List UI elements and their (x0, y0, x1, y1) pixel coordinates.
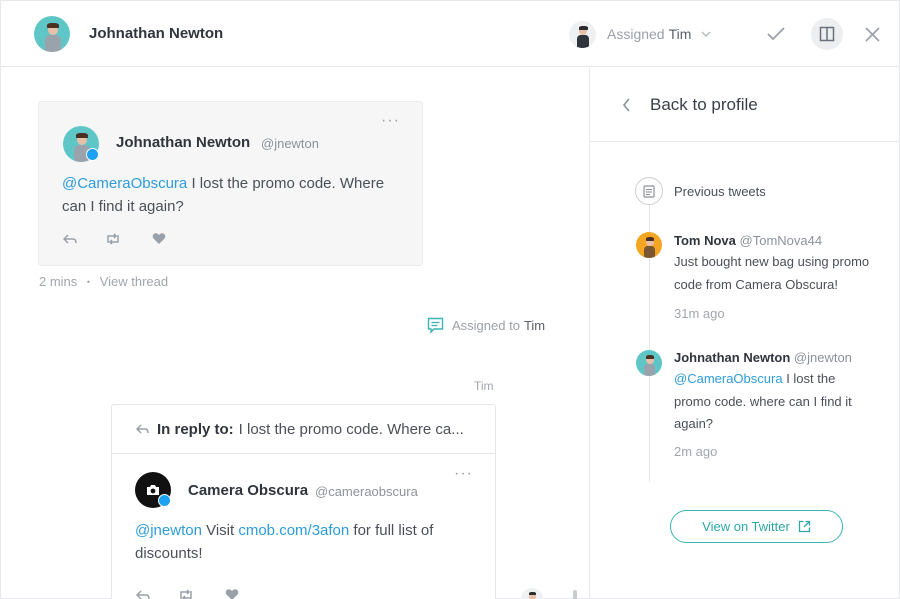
tweet-time: 2 mins (39, 274, 78, 289)
in-reply-label: In reply to: (157, 420, 234, 438)
check-icon (767, 27, 785, 41)
timeline-item-author: Tom Nova @TomNova44 (674, 233, 822, 248)
reply-author: Tim (474, 379, 494, 393)
chevron-left-icon (622, 97, 630, 112)
tweet-author-name: Johnathan Newton (116, 134, 251, 151)
reply-icon[interactable] (136, 588, 150, 599)
conversation-window: Johnathan Newton Assigned Tim Johnathan … (0, 0, 900, 599)
timeline-name: Tom Nova (674, 233, 736, 248)
note-icon (427, 317, 444, 334)
contact-avatar[interactable] (34, 16, 70, 52)
resolve-button[interactable] (760, 18, 792, 50)
promo-link[interactable]: cmob.com/3afon (238, 522, 349, 539)
retweet-icon[interactable] (105, 232, 121, 246)
assignment-label: Assigned to (452, 318, 520, 333)
outgoing-reply-card: In reply to: I lost the promo code. Wher… (111, 404, 496, 599)
scrollbar[interactable] (573, 590, 577, 599)
chevron-down-icon (701, 31, 711, 37)
side-panel-icon (819, 26, 835, 42)
tweet-meta: 2 mins • View thread (39, 274, 168, 289)
mention-link[interactable]: @jnewton (135, 522, 202, 539)
in-reply-text: I lost the promo code. Where ca... (238, 420, 464, 438)
close-button[interactable] (856, 18, 888, 50)
timeline-item-text: Just bought new bag using promo code fro… (674, 254, 870, 292)
mention-link[interactable]: @CameraObscura (62, 175, 187, 192)
view-thread-link[interactable]: View thread (100, 274, 168, 289)
retweet-icon[interactable] (178, 588, 194, 599)
view-on-twitter-button[interactable]: View on Twitter (670, 510, 843, 543)
tweet-actions (63, 232, 166, 246)
more-options-icon[interactable]: ··· (454, 465, 473, 483)
reply-author-name: Camera Obscura (188, 482, 309, 499)
profile-side-panel: Back to profile Previous tweets Tom Nova… (589, 68, 900, 599)
incoming-tweet-card: Johnathan Newton @jnewton ··· @CameraObs… (38, 101, 423, 266)
assignee-dropdown[interactable]: Assigned Tim (569, 19, 711, 49)
timeline-item-time: 2m ago (674, 444, 718, 459)
previous-tweets-label: Previous tweets (674, 184, 766, 199)
timeline-item-text: @CameraObscura I lost the promo code. wh… (674, 368, 874, 436)
assignee-avatar (569, 20, 596, 48)
back-label: Back to profile (650, 94, 758, 114)
tweet-text: @CameraObscura I lost the promo code. Wh… (62, 172, 407, 218)
meta-separator: • (86, 277, 91, 287)
reply-body-1: Visit (201, 522, 239, 539)
reply-actions (136, 588, 239, 599)
verified-badge-icon (158, 494, 171, 507)
like-icon[interactable] (152, 232, 166, 246)
tweet-author-handle: @jnewton (261, 136, 320, 151)
assignment-event: Assigned to Tim (427, 317, 545, 334)
close-icon (864, 26, 880, 42)
more-options-icon[interactable]: ··· (381, 112, 400, 130)
assignee-name: Tim (668, 26, 692, 42)
external-link-icon (798, 520, 810, 533)
view-on-twitter-label: View on Twitter (702, 519, 790, 534)
timeline-name: Johnathan Newton (674, 350, 791, 365)
timeline-handle: @jnewton (793, 350, 852, 365)
contact-name: Johnathan Newton (89, 25, 224, 42)
timeline-item-time: 31m ago (674, 306, 725, 321)
toggle-panel-button[interactable] (811, 18, 843, 50)
back-to-profile-button[interactable]: Back to profile (590, 68, 900, 142)
reply-icon[interactable] (63, 232, 77, 246)
camera-icon (147, 485, 159, 495)
assignment-name: Tim (523, 318, 546, 333)
reply-author-handle: @cameraobscura (315, 484, 418, 499)
tom-nova-avatar[interactable] (636, 232, 662, 258)
document-icon (635, 177, 663, 205)
timeline-handle: @TomNova44 (739, 233, 823, 248)
conversation-feed: Johnathan Newton @jnewton ··· @CameraObs… (1, 68, 589, 599)
timeline-item-author: Johnathan Newton @jnewton (674, 350, 852, 365)
reply-icon (136, 424, 149, 434)
reply-text: @jnewton Visit cmob.com/3afon for full l… (135, 519, 480, 565)
like-icon[interactable] (225, 588, 239, 599)
conversation-header: Johnathan Newton Assigned Tim (1, 1, 899, 67)
mention-link[interactable]: @CameraObscura (674, 371, 783, 386)
verified-badge-icon (86, 148, 99, 161)
assigned-label: Assigned (607, 26, 665, 42)
in-reply-to-bar[interactable]: In reply to: I lost the promo code. Wher… (112, 405, 495, 454)
agent-avatar (521, 588, 543, 599)
johnathan-avatar[interactable] (636, 350, 662, 376)
